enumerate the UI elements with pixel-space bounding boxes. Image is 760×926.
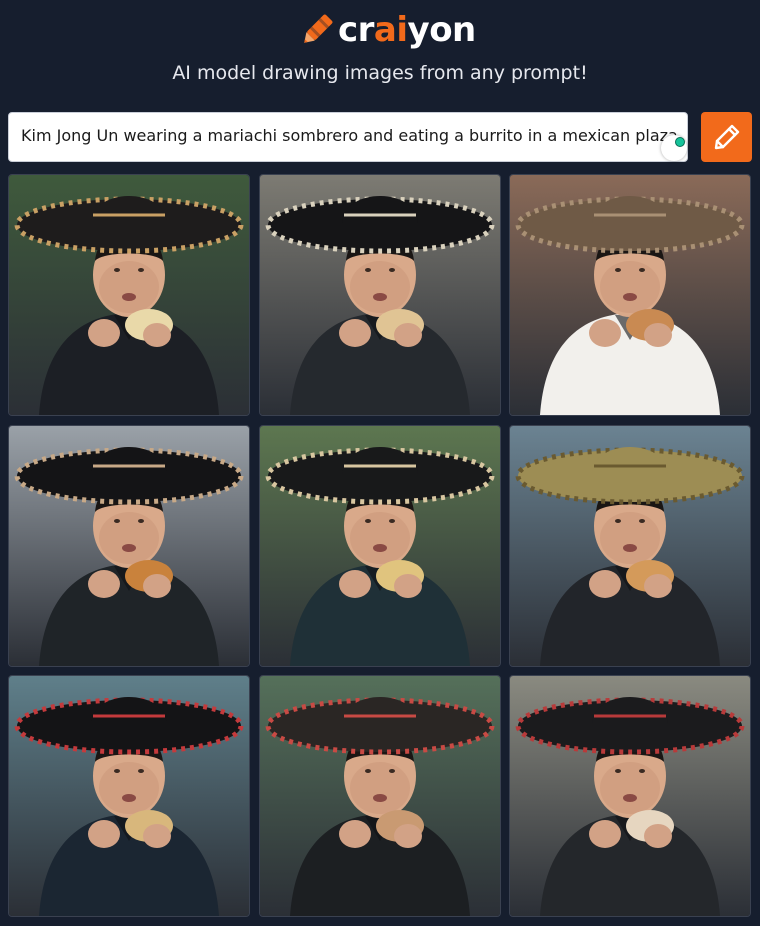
generated-image-9[interactable] (509, 675, 751, 917)
generated-image-8[interactable] (259, 675, 501, 917)
crayon-icon (300, 11, 334, 49)
generated-image-6[interactable] (509, 425, 751, 667)
generated-image-4[interactable] (8, 425, 250, 667)
image-grid (8, 174, 752, 918)
generated-image-1[interactable] (8, 174, 250, 416)
generated-image-2[interactable] (259, 174, 501, 416)
draw-button[interactable] (701, 112, 752, 162)
prompt-text[interactable]: Kim Jong Un wearing a mariachi sombrero … (21, 113, 683, 161)
logo-text: craiyon (338, 10, 476, 50)
generated-image-3[interactable] (509, 174, 751, 416)
generated-image-7[interactable] (8, 675, 250, 917)
craiyon-logo[interactable]: craiyon (300, 10, 476, 50)
prompt-input[interactable]: Kim Jong Un wearing a mariachi sombrero … (8, 112, 688, 162)
generated-image-5[interactable] (259, 425, 501, 667)
pencil-icon (714, 124, 739, 150)
grammarly-icon[interactable] (661, 135, 687, 161)
tagline: AI model drawing images from any prompt! (172, 62, 588, 84)
header: craiyon AI model drawing images from any… (0, 0, 760, 110)
